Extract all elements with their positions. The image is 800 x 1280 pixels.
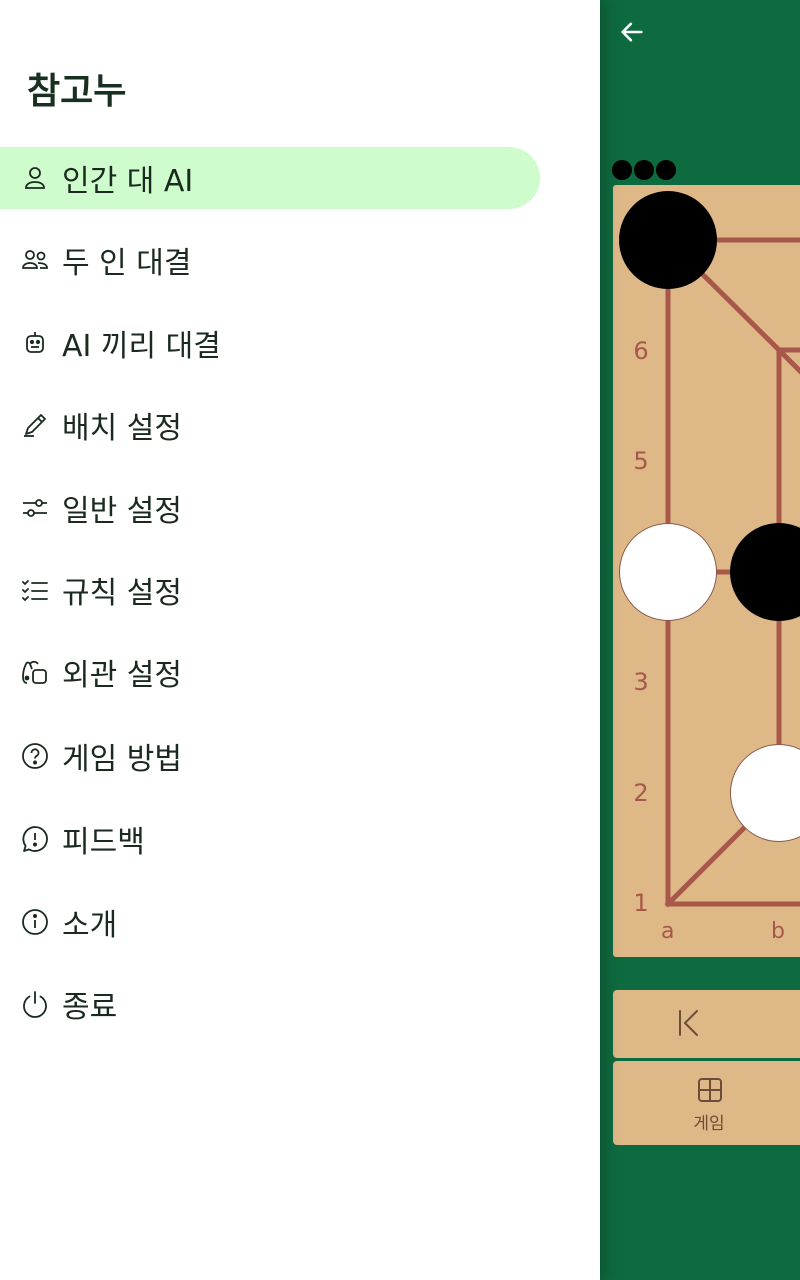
nav-item-exit[interactable]: 종료 (0, 973, 540, 1035)
drawer-scrim[interactable] (600, 0, 800, 1280)
power-icon (20, 989, 50, 1019)
nav-item-label: 배치 설정 (62, 411, 182, 446)
nav-item-about[interactable]: 소개 (0, 891, 540, 953)
nav-item-label: 외관 설정 (62, 658, 182, 693)
nav-item-label: 소개 (62, 908, 118, 943)
person-icon (20, 163, 50, 193)
nav-item-two-player[interactable]: 두 인 대결 (0, 229, 540, 291)
nav-item-feedback[interactable]: 피드백 (0, 808, 540, 870)
info-icon (20, 907, 50, 937)
nav-item-appearance-settings[interactable]: 외관 설정 (0, 641, 540, 703)
people-icon (20, 245, 50, 275)
feedback-icon (20, 824, 50, 854)
nav-item-label: 인간 대 AI (62, 164, 194, 199)
nav-item-label: 규칙 설정 (62, 576, 182, 611)
nav-item-label: AI 끼리 대결 (62, 329, 221, 364)
palette-icon (20, 657, 50, 687)
app-title: 참고누 (27, 71, 127, 112)
navigation-drawer: 참고누 인간 대 AI 두 인 대결 AI 끼리 대결 배치 설정 일반 설정 … (0, 0, 600, 1280)
nav-item-label: 두 인 대결 (62, 246, 192, 281)
nav-item-rule-settings[interactable]: 규칙 설정 (0, 559, 540, 621)
pencil-icon (20, 410, 50, 440)
nav-item-human-vs-ai[interactable]: 인간 대 AI (0, 147, 540, 209)
nav-item-placement-settings[interactable]: 배치 설정 (0, 394, 540, 456)
help-icon (20, 741, 50, 771)
nav-item-general-settings[interactable]: 일반 설정 (0, 477, 540, 539)
checklist-icon (20, 575, 50, 605)
nav-item-label: 종료 (62, 990, 118, 1025)
sliders-icon (20, 493, 50, 523)
nav-item-label: 게임 방법 (62, 742, 182, 777)
nav-item-ai-vs-ai[interactable]: AI 끼리 대결 (0, 312, 540, 374)
nav-item-label: 피드백 (62, 825, 145, 860)
robot-icon (20, 328, 50, 358)
nav-item-how-to-play[interactable]: 게임 방법 (0, 725, 540, 787)
nav-item-label: 일반 설정 (62, 494, 182, 529)
